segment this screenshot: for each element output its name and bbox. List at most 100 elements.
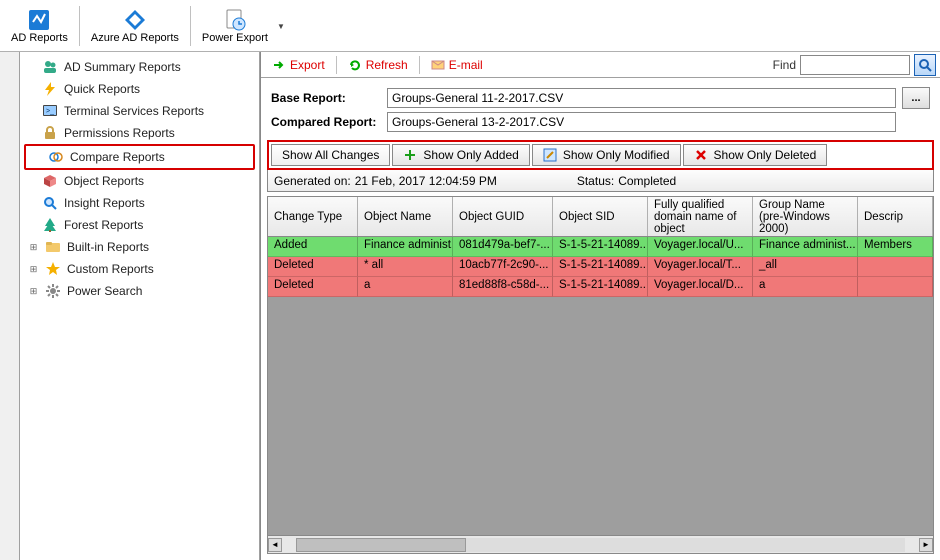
- find-input[interactable]: [800, 55, 910, 75]
- tree-item-label: AD Summary Reports: [64, 60, 181, 74]
- table-cell: 81ed88f8-c58d-...: [453, 277, 553, 297]
- table-cell: Added: [268, 237, 358, 257]
- table-cell: [858, 277, 933, 297]
- azure-reports-button[interactable]: Azure AD Reports: [84, 2, 186, 50]
- filter-added-button[interactable]: Show Only Added: [392, 144, 529, 166]
- table-cell: Finance administ...: [358, 237, 453, 257]
- scroll-left-icon[interactable]: ◄: [268, 538, 282, 552]
- table-row[interactable]: Deleted* all10acb77f-2c90-...S-1-5-21-14…: [268, 257, 933, 277]
- divider: [336, 56, 337, 74]
- action-bar: Export Refresh E-mail Find: [261, 52, 940, 78]
- tree-item-quick-reports[interactable]: Quick Reports: [20, 78, 259, 100]
- tree-item-terminal-services-reports[interactable]: >_ Terminal Services Reports: [20, 100, 259, 122]
- tree-item-object-reports[interactable]: Object Reports: [20, 170, 259, 192]
- status-value: Completed: [618, 174, 676, 188]
- tree-item-forest-reports[interactable]: Forest Reports: [20, 214, 259, 236]
- filter-all-button[interactable]: Show All Changes: [271, 144, 390, 166]
- column-header[interactable]: Change Type: [268, 197, 358, 236]
- table-cell: S-1-5-21-14089...: [553, 257, 648, 277]
- table-cell: a: [753, 277, 858, 297]
- export-button[interactable]: Export: [265, 55, 332, 75]
- table-cell: Deleted: [268, 257, 358, 277]
- table-row[interactable]: Deleted a 81ed88f8-c58d-...S-1-5-21-14089.…: [268, 277, 933, 297]
- table-cell: Members: [858, 237, 933, 257]
- ad-reports-label: AD Reports: [11, 32, 68, 44]
- grid-header: Change TypeObject NameObject GUIDObject …: [268, 197, 933, 237]
- expand-icon[interactable]: ⊞: [28, 264, 39, 275]
- table-cell: 081d479a-bef7-...: [453, 237, 553, 257]
- refresh-label: Refresh: [366, 58, 408, 72]
- grid-body: AddedFinance administ...081d479a-bef7-..…: [268, 237, 933, 535]
- export-label: Export: [290, 58, 325, 72]
- edit-icon: [543, 148, 557, 162]
- chevron-down-icon[interactable]: ▼: [277, 22, 285, 31]
- cube-icon: [42, 173, 58, 189]
- base-report-label: Base Report:: [271, 91, 381, 105]
- base-report-field[interactable]: Groups-General 11-2-2017.CSV: [387, 88, 896, 108]
- azure-reports-label: Azure AD Reports: [91, 32, 179, 44]
- tree-item-power-search[interactable]: ⊞ Power Search: [20, 280, 259, 302]
- horizontal-scrollbar[interactable]: ◄ ►: [268, 535, 933, 553]
- ad-reports-button[interactable]: AD Reports: [4, 2, 75, 50]
- tree-item-insight-reports[interactable]: Insight Reports: [20, 192, 259, 214]
- search-icon: [918, 58, 932, 72]
- compared-report-label: Compared Report:: [271, 115, 381, 129]
- table-cell: Finance administ...: [753, 237, 858, 257]
- tree-item-compare-reports[interactable]: Compare Reports: [26, 146, 253, 168]
- tree-item-label: Power Search: [67, 284, 142, 298]
- content-panel: Export Refresh E-mail Find Base: [260, 52, 940, 560]
- gear-icon: [45, 283, 61, 299]
- column-header[interactable]: Object GUID: [453, 197, 553, 236]
- compare-icon: [48, 149, 64, 165]
- star-icon: [45, 261, 61, 277]
- side-tab[interactable]: List of Reports: [0, 52, 20, 560]
- power-export-label: Power Export: [202, 32, 268, 44]
- refresh-button[interactable]: Refresh: [341, 55, 415, 75]
- generated-value: 21 Feb, 2017 12:04:59 PM: [355, 174, 497, 188]
- email-label: E-mail: [449, 58, 483, 72]
- find-button[interactable]: [914, 54, 936, 76]
- tree-item-label: Forest Reports: [64, 218, 143, 232]
- filter-bar: Show All Changes Show Only Added Show On…: [267, 140, 934, 170]
- power-export-button[interactable]: Power Export: [195, 2, 275, 50]
- table-row[interactable]: AddedFinance administ...081d479a-bef7-..…: [268, 237, 933, 257]
- svg-text:>_: >_: [46, 108, 54, 115]
- filter-modified-button[interactable]: Show Only Modified: [532, 144, 681, 166]
- filter-deleted-button[interactable]: Show Only Deleted: [683, 144, 828, 166]
- scroll-thumb[interactable]: [296, 538, 466, 552]
- export-icon: [223, 8, 247, 32]
- tree-item-label: Custom Reports: [67, 262, 154, 276]
- tree-item-custom-reports[interactable]: ⊞ Custom Reports: [20, 258, 259, 280]
- divider: [419, 56, 420, 74]
- filter-added-label: Show Only Added: [423, 148, 518, 162]
- column-header[interactable]: Group Name (pre-Windows 2000): [753, 197, 858, 236]
- tree-item-built-in-reports[interactable]: ⊞Built-in Reports: [20, 236, 259, 258]
- bolt-icon: [42, 81, 58, 97]
- tree-item-ad-summary-reports[interactable]: AD Summary Reports: [20, 56, 259, 78]
- magnify-icon: [42, 195, 58, 211]
- column-header[interactable]: Descrip: [858, 197, 933, 236]
- results-grid: Change TypeObject NameObject GUIDObject …: [267, 196, 934, 554]
- table-cell: Deleted: [268, 277, 358, 297]
- expand-icon[interactable]: ⊞: [28, 242, 39, 253]
- plus-icon: [403, 148, 417, 162]
- column-header[interactable]: Fully qualified domain name of object: [648, 197, 753, 236]
- column-header[interactable]: Object Name: [358, 197, 453, 236]
- browse-button[interactable]: ...: [902, 87, 930, 109]
- tree-item-label: Object Reports: [64, 174, 144, 188]
- compared-report-field[interactable]: Groups-General 13-2-2017.CSV: [387, 112, 896, 132]
- tree-item-permissions-reports[interactable]: Permissions Reports: [20, 122, 259, 144]
- column-header[interactable]: Object SID: [553, 197, 648, 236]
- tree-item-label: Quick Reports: [64, 82, 140, 96]
- tree-item-label: Insight Reports: [64, 196, 145, 210]
- email-button[interactable]: E-mail: [424, 55, 490, 75]
- tree-item-label: Compare Reports: [70, 150, 165, 164]
- tree-item-label: Terminal Services Reports: [64, 104, 204, 118]
- scroll-right-icon[interactable]: ►: [919, 538, 933, 552]
- toolbar-divider: [79, 6, 80, 46]
- table-cell: Voyager.local/D...: [648, 277, 753, 297]
- table-cell: S-1-5-21-14089...: [553, 277, 648, 297]
- terminal-icon: >_: [42, 103, 58, 119]
- expand-icon[interactable]: ⊞: [28, 286, 39, 297]
- filter-modified-label: Show Only Modified: [563, 148, 670, 162]
